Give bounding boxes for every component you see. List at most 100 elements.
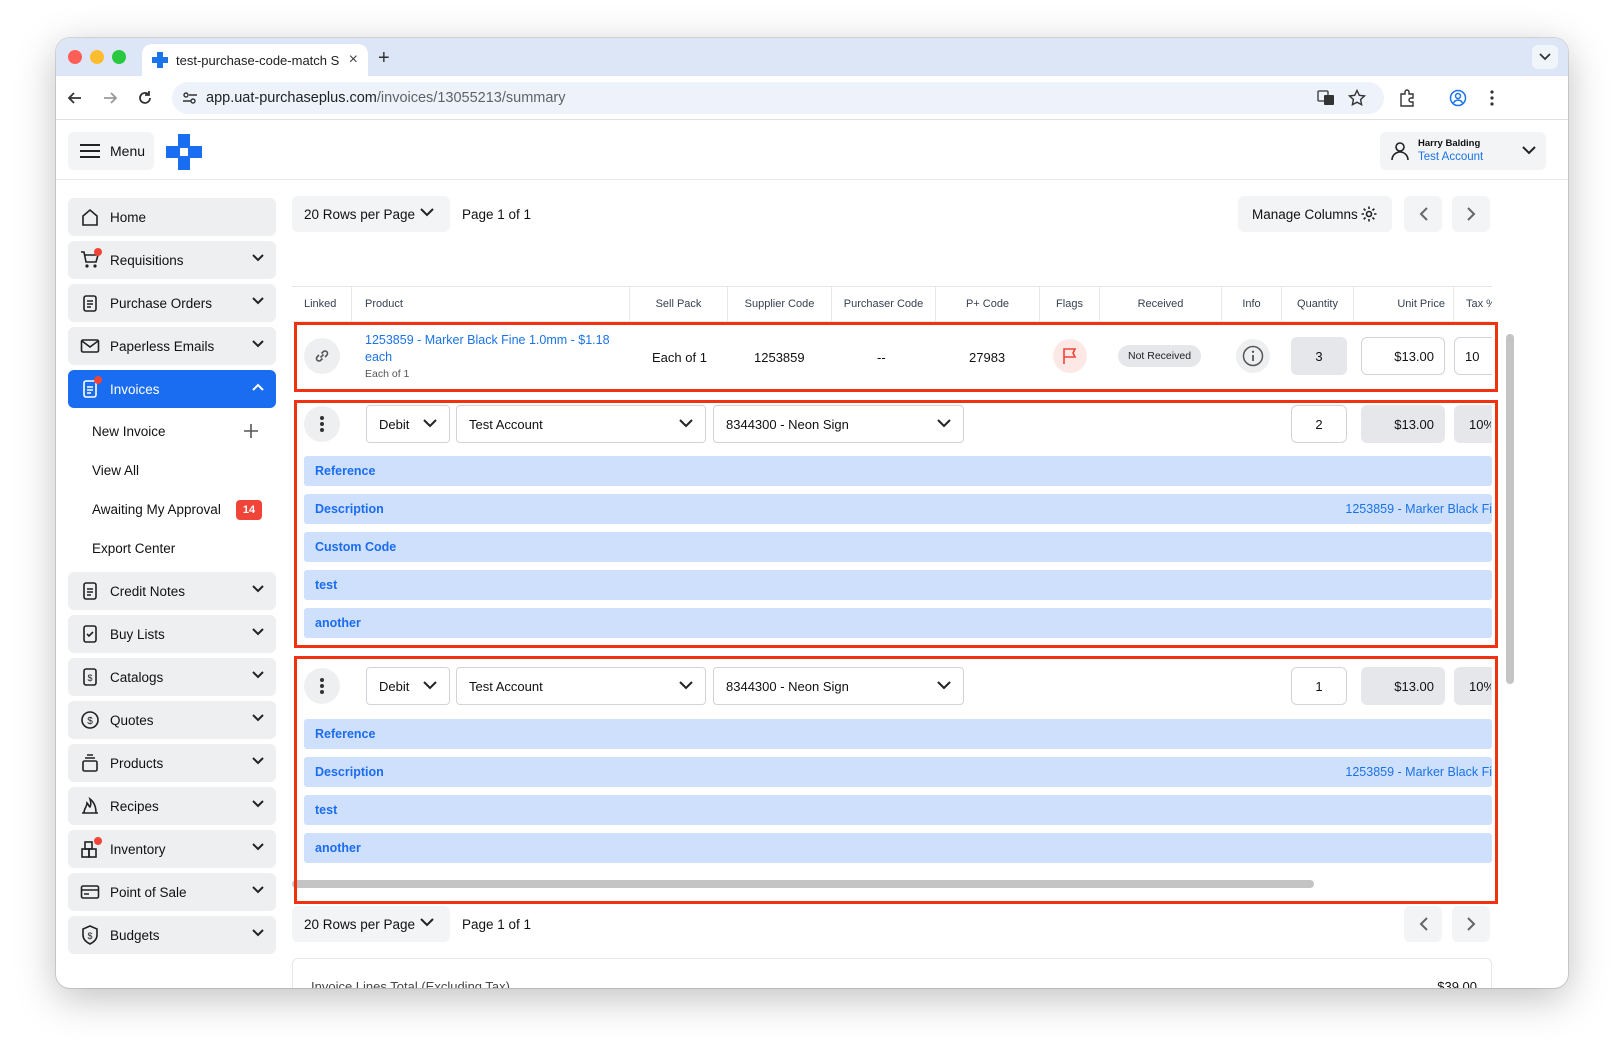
column-header-label: Quantity	[1297, 298, 1338, 310]
column-header-info[interactable]: Info	[1222, 287, 1282, 321]
column-header-quantity[interactable]: Quantity	[1282, 287, 1354, 321]
column-header-received[interactable]: Received	[1100, 287, 1222, 321]
checklist-icon	[83, 625, 97, 643]
chevron-right-icon	[1466, 917, 1475, 931]
home-icon	[82, 208, 98, 226]
sidebar-item-paperless-emails[interactable]: Paperless Emails	[68, 327, 276, 365]
column-header-purchaser-code[interactable]: Purchaser Code	[832, 287, 936, 321]
column-header-linked[interactable]: Linked	[292, 287, 352, 321]
sidebar-item-label: Credit Notes	[110, 583, 186, 599]
box-stack-icon	[82, 754, 98, 772]
chevron-down-icon	[1522, 146, 1536, 155]
purchaseplus-logo[interactable]	[166, 134, 202, 170]
extensions-icon[interactable]	[1396, 87, 1418, 109]
sidebar-item-requisitions[interactable]: Requisitions	[68, 241, 276, 279]
rows-per-page-select[interactable]: 20 Rows per Page	[292, 906, 450, 942]
chevron-right-icon	[1466, 207, 1475, 221]
sidebar-item-label: Budgets	[110, 927, 160, 943]
browser-menu-icon[interactable]	[1481, 87, 1503, 109]
document-icon	[83, 582, 97, 600]
awaiting-count-badge: 14	[236, 500, 262, 520]
tab-search-icon[interactable]	[1532, 45, 1558, 69]
column-header-label: Supplier Code	[744, 298, 815, 310]
sidebar-item-point-of-sale[interactable]: Point of Sale	[68, 873, 276, 911]
maximize-window-button[interactable]	[112, 50, 126, 64]
address-bar[interactable]: app.uat-purchaseplus.com/invoices/130552…	[172, 82, 1384, 114]
next-page-button[interactable]	[1452, 196, 1490, 232]
browser-tab[interactable]: test-purchase-code-match S ×	[142, 44, 368, 76]
back-icon[interactable]	[64, 87, 86, 109]
notification-dot	[94, 248, 102, 256]
lines-total-label: Invoice Lines Total (Excluding Tax)	[311, 979, 510, 988]
column-header-sell-pack[interactable]: Sell Pack	[630, 287, 728, 321]
sidebar-item-recipes[interactable]: Recipes	[68, 787, 276, 825]
sidebar-item-catalogs[interactable]: $ Catalogs	[68, 658, 276, 696]
column-header-pplus-code[interactable]: P+ Code	[936, 287, 1040, 321]
manage-columns-label: Manage Columns	[1252, 206, 1358, 222]
new-tab-icon[interactable]: +	[378, 47, 390, 70]
sidebar-sub-awaiting-approval[interactable]: Awaiting My Approval	[92, 502, 221, 517]
rows-per-page-label: 20 Rows per Page	[304, 916, 416, 932]
sidebar-item-purchase-orders[interactable]: Purchase Orders	[68, 284, 276, 322]
column-header-supplier-code[interactable]: Supplier Code	[728, 287, 832, 321]
minimize-window-button[interactable]	[90, 50, 104, 64]
sidebar-item-label: Home	[110, 209, 147, 225]
chevron-down-icon	[252, 886, 264, 894]
rows-per-page-select[interactable]: 20 Rows per Page	[292, 196, 450, 232]
chevron-left-icon	[1419, 917, 1428, 931]
table-header: Linked Product Sell Pack Supplier Code P…	[292, 286, 1492, 322]
sidebar-item-inventory[interactable]: Inventory	[68, 830, 276, 868]
chevron-down-icon	[252, 929, 264, 937]
sidebar-item-label: Quotes	[110, 712, 154, 728]
close-window-button[interactable]	[68, 50, 82, 64]
column-header-unit-price[interactable]: Unit Price	[1354, 287, 1454, 321]
sidebar-sub-new-invoice[interactable]: New Invoice	[92, 424, 166, 439]
tab-title: test-purchase-code-match S	[176, 52, 340, 68]
column-header-label: Purchaser Code	[843, 298, 924, 310]
sidebar-item-label: Invoices	[110, 381, 160, 397]
site-settings-icon[interactable]	[182, 90, 198, 110]
sidebar-item-home[interactable]: Home	[68, 198, 276, 236]
sidebar-item-buy-lists[interactable]: Buy Lists	[68, 615, 276, 653]
sidebar-item-quotes[interactable]: $ Quotes	[68, 701, 276, 739]
column-header-flags[interactable]: Flags	[1040, 287, 1100, 321]
highlight-box-product-row	[294, 322, 1498, 392]
page-info: Page 1 of 1	[462, 207, 532, 222]
flame-icon	[82, 796, 98, 814]
user-account: Test Account	[1418, 151, 1484, 163]
sidebar-item-budgets[interactable]: $ Budgets	[68, 916, 276, 954]
tab-bar: test-purchase-code-match S × +	[56, 38, 1568, 76]
chevron-left-icon	[1419, 207, 1428, 221]
column-header-label: Sell Pack	[655, 298, 702, 310]
prev-page-button[interactable]	[1404, 196, 1442, 232]
sidebar-sub-export-center[interactable]: Export Center	[92, 541, 175, 556]
column-header-label: Received	[1137, 298, 1184, 310]
menu-button[interactable]: Menu	[68, 132, 154, 170]
sidebar-item-credit-notes[interactable]: Credit Notes	[68, 572, 276, 610]
user-menu[interactable]: Harry Balding Test Account	[1380, 132, 1546, 170]
sidebar-item-label: Requisitions	[110, 252, 184, 268]
sidebar-item-products[interactable]: Products	[68, 744, 276, 782]
sidebar-item-label: Recipes	[110, 798, 159, 814]
sidebar-item-label: Products	[110, 755, 164, 771]
column-header-product[interactable]: Product	[352, 287, 630, 321]
plus-icon[interactable]	[244, 424, 258, 438]
chevron-down-icon	[252, 714, 264, 722]
dollar-circle-icon: $	[81, 711, 99, 729]
bookmark-star-icon[interactable]	[1346, 87, 1368, 109]
prev-page-button[interactable]	[1404, 906, 1442, 942]
gear-icon	[1361, 206, 1377, 222]
reload-icon[interactable]	[134, 87, 156, 109]
translate-icon[interactable]	[1315, 87, 1337, 109]
vertical-scrollbar[interactable]	[1506, 334, 1514, 684]
sidebar-item-invoices[interactable]: Invoices	[68, 370, 276, 408]
profile-icon[interactable]	[1447, 87, 1469, 109]
close-tab-icon[interactable]: ×	[349, 51, 358, 69]
next-page-button[interactable]	[1452, 906, 1490, 942]
sidebar-sub-view-all[interactable]: View All	[92, 463, 139, 478]
notification-dot	[94, 376, 102, 384]
lines-total-value: $39.00	[1437, 979, 1477, 988]
manage-columns-button[interactable]: Manage Columns	[1238, 196, 1392, 232]
column-header-tax[interactable]: Tax %	[1454, 287, 1492, 321]
forward-icon[interactable]	[99, 87, 121, 109]
